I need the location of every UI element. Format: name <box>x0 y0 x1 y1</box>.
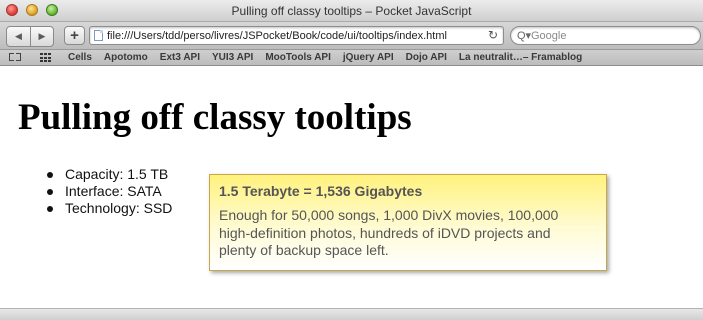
spec-item[interactable]: Technology: SSD <box>47 200 172 217</box>
spec-item[interactable]: Interface: SATA <box>47 183 172 200</box>
bookmark-item[interactable]: jQuery API <box>343 51 394 64</box>
bookmarks-bar: Cells Apotomo Ext3 API YUI3 API MooTools API… <box>0 50 703 66</box>
bookmark-item[interactable]: MooTools API <box>265 51 331 64</box>
navigation-buttons: ◀ ▶ <box>6 26 54 47</box>
window-title: Pulling off classy tooltips – Pocket Jav… <box>231 4 472 18</box>
bookmark-item[interactable]: La neutralit…– Framablog <box>459 51 582 64</box>
spec-item[interactable]: Capacity: 1.5 TB <box>47 166 172 183</box>
tooltip: 1.5 Terabyte = 1,536 Gigabytes Enough fo… <box>209 174 607 271</box>
plus-icon: + <box>70 27 79 44</box>
url-text[interactable]: file:///Users/tdd/perso/livres/JSPocket/… <box>107 29 469 43</box>
page-icon <box>94 30 103 41</box>
browser-toolbar: ◀ ▶ + file:///Users/tdd/perso/livres/JSP… <box>0 22 703 50</box>
search-placeholder: Google <box>531 30 567 42</box>
bookmark-item[interactable]: Ext3 API <box>160 51 200 64</box>
title-bar: Pulling off classy tooltips – Pocket Jav… <box>0 0 703 22</box>
bookmark-item[interactable]: Cells <box>68 51 92 64</box>
reload-icon[interactable]: ↻ <box>488 28 498 42</box>
back-button[interactable]: ◀ <box>7 27 30 46</box>
back-arrow-icon: ◀ <box>15 31 22 41</box>
bookmarks-book-icon[interactable] <box>9 53 21 62</box>
bookmark-item[interactable]: Dojo API <box>406 51 447 64</box>
bookmark-item[interactable]: Apotomo <box>104 51 148 64</box>
tooltip-body: Enough for 50,000 songs, 1,000 DivX movi… <box>219 207 559 258</box>
add-bookmark-button[interactable]: + <box>64 26 85 45</box>
bookmark-list: Cells Apotomo Ext3 API YUI3 API MooTools API… <box>68 51 582 64</box>
status-bar <box>0 308 703 320</box>
search-icon[interactable]: Q▾ <box>517 29 531 43</box>
forward-button[interactable]: ▶ <box>30 27 53 46</box>
specs-list: Capacity: 1.5 TB Interface: SATA Technolog… <box>47 166 172 217</box>
top-sites-grid-icon[interactable] <box>40 53 51 62</box>
search-field[interactable]: Q▾ Google <box>510 26 701 45</box>
address-bar[interactable]: file:///Users/tdd/perso/livres/JSPocket/… <box>89 26 504 45</box>
tooltip-title: 1.5 Terabyte = 1,536 Gigabytes <box>219 183 423 199</box>
bookmark-item[interactable]: YUI3 API <box>212 51 253 64</box>
page-heading: Pulling off classy tooltips <box>18 97 412 138</box>
page-content: Pulling off classy tooltips Capacity: 1.… <box>0 66 703 308</box>
forward-arrow-icon: ▶ <box>38 31 46 41</box>
